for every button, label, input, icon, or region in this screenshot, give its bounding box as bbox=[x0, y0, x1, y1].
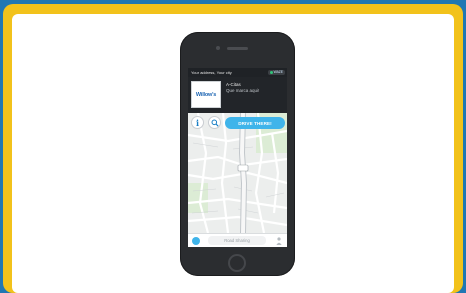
info-title: A-Citas bbox=[226, 82, 241, 87]
info-icon: i bbox=[195, 117, 200, 128]
drive-there-button[interactable]: DRIVE THERE! bbox=[225, 117, 285, 129]
search-icon bbox=[211, 119, 219, 127]
info-button[interactable]: i bbox=[191, 116, 204, 129]
info-subtitle: Que marca aqui! bbox=[226, 88, 260, 93]
logo-text: Willow's bbox=[195, 91, 217, 98]
bottom-bar: Road Sharing bbox=[188, 233, 287, 247]
chat-icon[interactable] bbox=[192, 237, 200, 245]
badge-label: WAZE bbox=[273, 70, 283, 74]
brand-logo: Willow's bbox=[191, 81, 221, 108]
info-card[interactable]: Willow's A-Citas Que marca aqui! bbox=[188, 77, 287, 113]
person-icon[interactable] bbox=[276, 237, 282, 245]
waze-badge: WAZE bbox=[267, 70, 285, 75]
phone-mockup: Your address, Your city WAZE Willow's A-… bbox=[180, 32, 295, 276]
map-streets bbox=[188, 113, 287, 233]
status-dot-icon bbox=[269, 70, 273, 74]
phone-screen: Your address, Your city WAZE Willow's A-… bbox=[188, 68, 287, 247]
location-text: Your address, Your city bbox=[191, 70, 232, 75]
search-button[interactable] bbox=[208, 116, 221, 129]
camera-icon bbox=[216, 46, 220, 50]
speaker-grille bbox=[227, 47, 248, 50]
status-bar: Your address, Your city WAZE bbox=[188, 68, 287, 77]
map-view[interactable] bbox=[188, 113, 287, 233]
drive-label: DRIVE THERE! bbox=[238, 120, 272, 126]
home-button[interactable] bbox=[228, 254, 246, 272]
road-sharing-field[interactable]: Road Sharing bbox=[208, 236, 266, 245]
